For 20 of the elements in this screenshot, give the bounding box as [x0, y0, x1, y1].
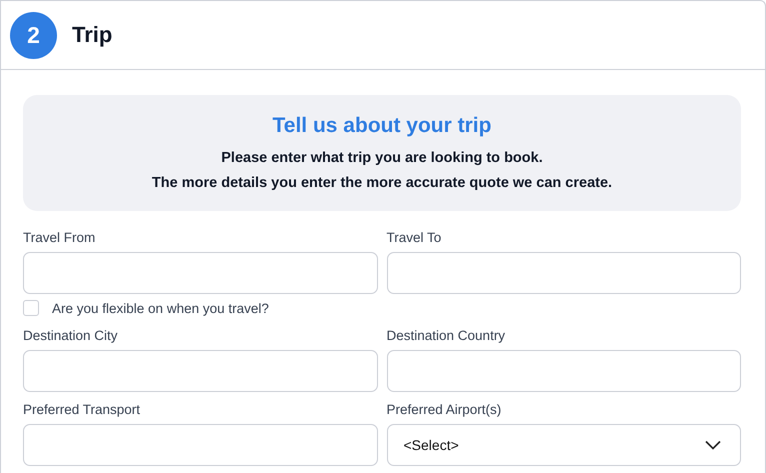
- field-label: Destination Country: [386, 328, 506, 344]
- select-dropdown[interactable]: <Select>: [386, 424, 741, 466]
- checkbox[interactable]: [23, 300, 39, 316]
- banner-title: Tell us about your trip: [272, 114, 492, 138]
- input-field[interactable]: [386, 252, 741, 294]
- banner-text: Please enter what trip you are looking to book.: [220, 149, 544, 168]
- checkbox-label: Are you flexible on when you travel?: [52, 300, 269, 316]
- field-label: Destination City: [23, 328, 118, 344]
- field-label: Preferred Transport: [23, 402, 140, 418]
- input-field[interactable]: [23, 424, 378, 466]
- field-label: Travel To: [386, 230, 442, 246]
- step-number: 2: [10, 12, 57, 58]
- field-label: Preferred Airport(s): [386, 402, 502, 418]
- banner-text: The more details you enter the more accurate quote we can create.: [150, 174, 614, 193]
- input-field[interactable]: [23, 350, 378, 392]
- input-field[interactable]: [386, 350, 741, 392]
- input-field[interactable]: [23, 252, 378, 294]
- section-title: Trip: [72, 22, 112, 48]
- field-label: Travel From: [23, 230, 96, 246]
- chevron-down-icon: [705, 440, 721, 450]
